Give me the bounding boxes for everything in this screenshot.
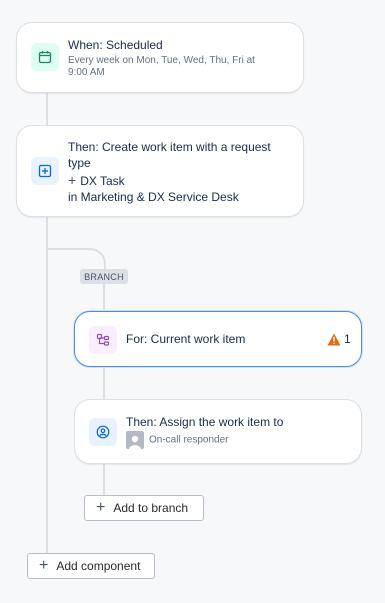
connector-main-1 (46, 92, 48, 126)
request-type: + DX Task (68, 172, 125, 189)
create-title-line2: type (68, 156, 91, 170)
branch-for-title: For: Current work item (126, 332, 246, 346)
assignee: On-call responder (126, 431, 228, 450)
create-title-line1: Then: Create work item with a request (68, 140, 271, 154)
assign-user-icon (89, 418, 117, 446)
request-type-label: DX Task (80, 174, 125, 188)
assignee-name: On-call responder (149, 434, 229, 446)
connector-main-2 (46, 216, 48, 554)
add-component-button[interactable]: + Add component (27, 553, 155, 579)
connector-branch-1 (103, 284, 105, 312)
assign-title: Then: Assign the work item to (126, 415, 284, 429)
trigger-schedule-line1: Every week on Mon, Tue, Wed, Thu, Fri at (68, 55, 255, 66)
connector-branch-curve (84, 248, 106, 270)
add-to-branch-label: Add to branch (113, 501, 189, 515)
plus-icon: + (96, 499, 106, 516)
calendar-icon (31, 43, 59, 71)
create-work-item-card[interactable]: Then: Create work item with a request ty… (16, 125, 304, 217)
add-component-label: Add component (56, 559, 141, 573)
avatar (126, 431, 144, 449)
warning-icon (327, 333, 341, 345)
connector-branch-elbow (46, 248, 86, 250)
trigger-title: When: Scheduled (68, 38, 163, 52)
branch-for-card[interactable]: For: Current work item 1 (74, 311, 362, 367)
plus-icon: + (39, 557, 49, 574)
plus-icon: + (68, 172, 77, 188)
assign-work-item-card[interactable]: Then: Assign the work item to On-call re… (74, 399, 362, 464)
connector-branch-3 (103, 463, 105, 496)
add-to-branch-button[interactable]: + Add to branch (84, 495, 204, 521)
trigger-schedule-line2: 9:00 AM (68, 67, 105, 78)
connector-branch-2 (103, 366, 105, 400)
warning-count: 1 (344, 332, 351, 346)
branch-badge: BRANCH (80, 269, 128, 284)
service-desk-location: in Marketing & DX Service Desk (68, 190, 239, 204)
warning-indicator[interactable]: 1 (327, 332, 351, 346)
trigger-card[interactable]: When: Scheduled Every week on Mon, Tue, … (16, 22, 304, 93)
add-square-icon (31, 157, 59, 185)
branch-icon (89, 326, 117, 354)
